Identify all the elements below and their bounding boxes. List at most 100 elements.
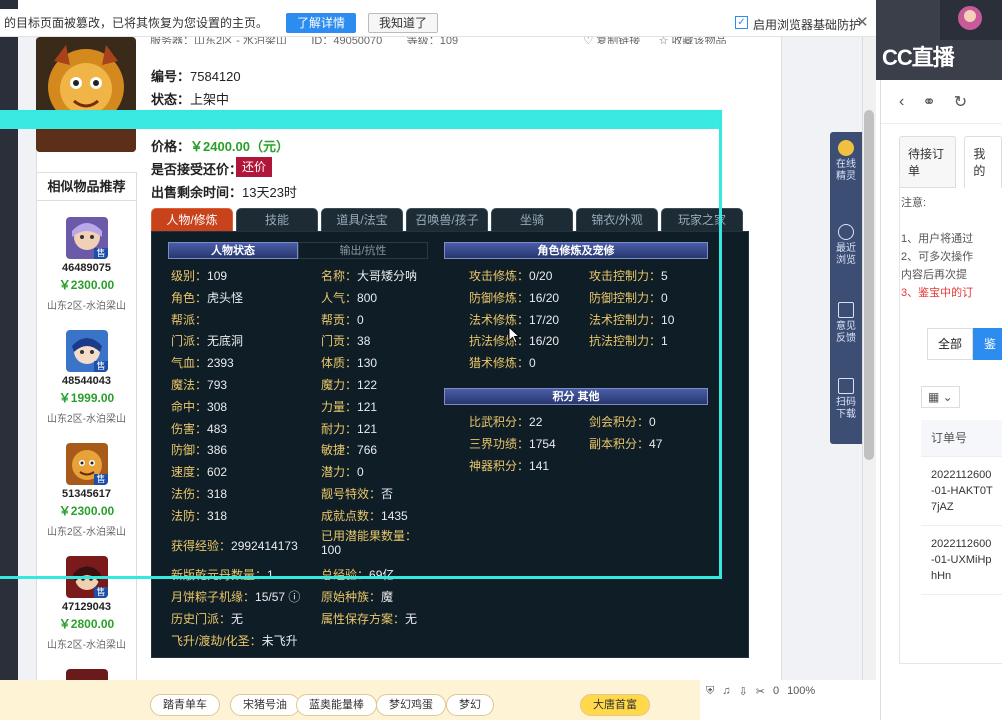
stat-row: 人气：800	[321, 290, 378, 305]
tab-items[interactable]: 道具/法宝	[321, 208, 403, 231]
promo-item[interactable]: 大唐首富	[580, 694, 650, 716]
learn-more-button[interactable]: 了解详情	[286, 12, 357, 33]
section-output-resist[interactable]: 输出/抗性	[298, 242, 428, 259]
section-points: 积分 其他	[444, 388, 708, 405]
stat-row: 帮贡：0	[321, 312, 364, 327]
similar-item[interactable]: 售 46489075 ￥2300.00 山东2区-水泊梁山	[37, 217, 136, 312]
stat-mooncake: 月饼粽子机缘：15/57 ⓘ	[171, 590, 301, 604]
similar-item[interactable]: 售 51345617 ￥2300.00 山东2区-水泊梁山	[37, 443, 136, 538]
order-row[interactable]: 2022112600-01-UXMiHphHn	[921, 526, 1002, 595]
section-char-status[interactable]: 人物状态	[168, 242, 298, 259]
similar-items-title: 相似物品推荐	[37, 173, 136, 201]
zoom-level[interactable]: 100%	[787, 685, 815, 697]
grid-view-icon[interactable]: ▦ ⌄	[921, 386, 960, 408]
notice-line: 1、用户将通过	[901, 233, 974, 245]
stat-history-sect: 历史门派：无	[171, 612, 244, 626]
stat-row: 敏捷：766	[321, 443, 378, 458]
notice-line-warning: 3、鉴宝中的订	[901, 287, 974, 299]
similar-item-price: ￥2800.00	[58, 617, 115, 631]
promo-item[interactable]: 踏青单车	[150, 694, 220, 716]
screenshot-icon[interactable]: ✂	[756, 685, 765, 698]
stat-row: 魔力：122	[321, 378, 378, 392]
notice-line: 内容后再次提	[901, 269, 967, 281]
back-icon[interactable]: ‹	[899, 93, 904, 111]
stat-row: 防御：386	[171, 443, 228, 458]
listing-id: 编号：7584120	[151, 69, 241, 84]
close-icon[interactable]: ✕	[856, 13, 869, 31]
tab-mounts[interactable]: 坐骑	[491, 208, 573, 231]
tab-skills[interactable]: 技能	[236, 208, 318, 231]
sale-badge: 售	[94, 587, 108, 598]
similar-item-id: 48544043	[62, 375, 111, 387]
counter-offer-button[interactable]: 还价	[236, 157, 273, 177]
link-icon[interactable]: ⚭	[922, 92, 935, 112]
stat-attr-plan: 属性保存方案：无	[321, 612, 418, 626]
filter-jianbao[interactable]: 鉴宝	[973, 328, 1002, 381]
download-icon[interactable]: ⇩	[739, 685, 748, 698]
side-browser-panel: ‹ ⚭ ↻ 待接订单 我的 注意: 1、用户将通过 2、可多次操作 内容后再次提…	[880, 80, 1002, 720]
stat-ascension: 飞升/渡劫/化圣：未飞升	[171, 634, 298, 648]
promo-item[interactable]: 梦幻鸡蛋	[376, 694, 446, 716]
stat-experience: 获得经验：2992414173	[171, 539, 298, 553]
promo-item[interactable]: 宋猪号油	[230, 694, 300, 716]
stat-qianyuan: 新版乾元丹数量：1	[171, 568, 274, 582]
pair-row: 法术修炼：17/20 法术控制力：10	[469, 312, 675, 327]
similar-item-server: 山东2区-水泊梁山	[47, 301, 126, 312]
promo-item[interactable]: 梦幻	[446, 694, 494, 716]
speaker-icon[interactable]: ♫	[722, 685, 730, 697]
toolbar-online-sprite[interactable]: 在线 精灵	[830, 140, 862, 183]
stat-row: 气血：2393	[171, 356, 234, 371]
stat-row: 速度：602	[171, 465, 228, 480]
toolbar-scan[interactable]: 扫码 下载	[830, 378, 862, 421]
similar-item-id: 47129043	[62, 601, 111, 613]
tab-character[interactable]: 人物/修炼	[151, 208, 233, 231]
character-detail-panel: 人物状态 输出/抗性 角色修炼及宠修 积分 其他 级别：109 角色：虎头怪 帮派：…	[151, 231, 749, 658]
similar-item-price: ￥2300.00	[58, 278, 115, 292]
stat-row: 角色：虎头怪	[171, 290, 244, 305]
tab-outfits[interactable]: 锦衣/外观	[576, 208, 658, 231]
browser-notification-bar: 的目标页面被篡改，已将其恢复为您设置的主页。 了解详情 我知道了 ✓ 启用浏览器…	[0, 9, 876, 37]
filter-all[interactable]: 全部	[927, 328, 974, 360]
toolbar-recent[interactable]: 最近 浏览	[830, 224, 862, 267]
listing-time-left: 出售剩余时间：13天23时	[151, 185, 297, 200]
similar-item-server: 山东2区-水泊梁山	[47, 640, 126, 651]
toolbar-feedback[interactable]: 意见 反馈	[830, 302, 862, 345]
stat-row: 潜力：0	[321, 465, 364, 480]
got-it-button[interactable]: 我知道了	[368, 12, 439, 33]
similar-items-panel: 相似物品推荐 售 46489075 ￥2300.00 山东2区-水泊梁山 售 4…	[36, 172, 137, 692]
similar-item-server: 山东2区-水泊梁山	[47, 527, 126, 538]
sale-badge: 售	[94, 248, 108, 259]
similar-item-id: 46489075	[62, 262, 111, 274]
notice-line: 2、可多次操作	[901, 251, 974, 263]
similar-item-id: 51345617	[62, 488, 111, 500]
floating-toolbar: 在线 精灵 最近 浏览 意见 反馈 扫码 下载	[830, 132, 862, 444]
similar-item-price: ￥2300.00	[58, 504, 115, 518]
mouse-cursor-icon	[508, 325, 521, 347]
similar-item[interactable]: 售 48544043 ￥1999.00 山东2区-水泊梁山	[37, 330, 136, 425]
scrollbar-thumb[interactable]	[864, 110, 874, 460]
annotation-highlight-bar	[0, 110, 722, 129]
shield-icon[interactable]: ⛨	[706, 685, 714, 698]
similar-item-avatar: 售	[65, 217, 108, 259]
tab-home[interactable]: 玩家之家	[661, 208, 743, 231]
similar-item[interactable]: 售 47129043 ￥2800.00 山东2区-水泊梁山	[37, 556, 136, 651]
character-thumbnail	[36, 37, 136, 152]
edit-icon	[838, 302, 854, 318]
stat-row: 门贡：38	[321, 334, 371, 349]
order-row[interactable]: 2022112600-01-HAKT0T7jAZ	[921, 457, 1002, 526]
protection-checkbox-label: 启用浏览器基础防护	[753, 18, 862, 32]
stat-row: 名称：大哥矮分呐	[321, 269, 418, 283]
tab-pets[interactable]: 召唤兽/孩子	[406, 208, 488, 231]
promo-item[interactable]: 蓝奥能量棒	[296, 694, 377, 716]
stat-row: 成就点数：1435	[321, 508, 408, 523]
streamer-avatar-area	[940, 0, 1002, 40]
pair-row: 猎术修炼：0	[469, 356, 536, 371]
stat-row: 伤害：483	[171, 421, 228, 436]
stat-total-exp: 总经验：69亿	[321, 568, 395, 582]
stat-row: 级别：109	[171, 269, 228, 283]
stat-row: 命中：308	[171, 399, 228, 414]
refresh-icon[interactable]: ↻	[954, 92, 967, 112]
detail-tabs: 人物/修炼 技能 道具/法宝 召唤兽/孩子 坐骑 锦衣/外观 玩家之家	[151, 208, 749, 231]
protection-checkbox[interactable]: ✓	[735, 16, 748, 29]
browser-status-bar: ⛨ ♫ ⇩ ✂ 0 100%	[700, 680, 876, 702]
